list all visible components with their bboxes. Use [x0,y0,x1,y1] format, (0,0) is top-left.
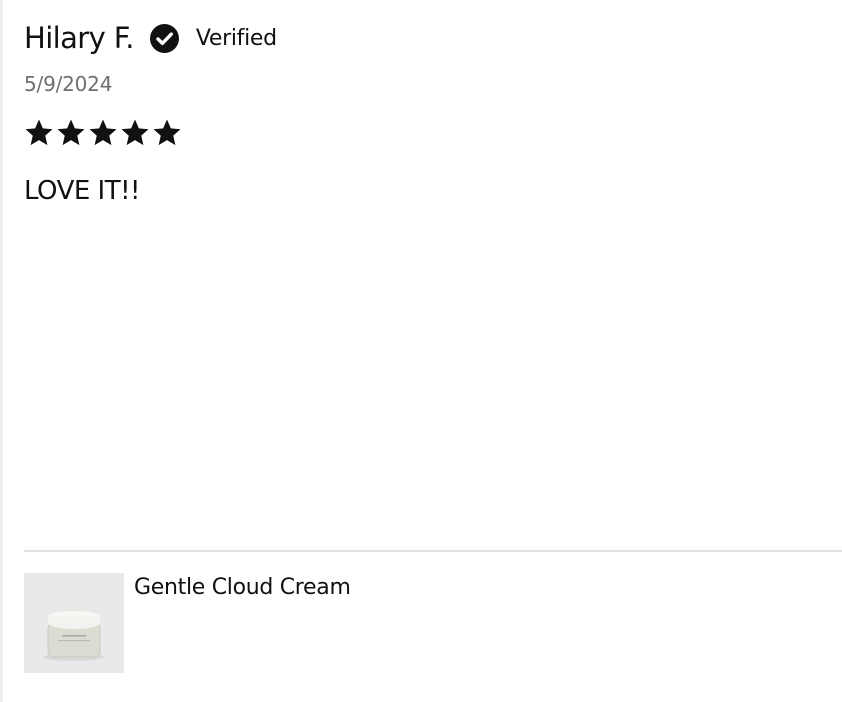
panel-left-border [0,0,3,702]
star-icon [89,119,117,146]
cream-jar-image [24,573,124,673]
product-thumbnail[interactable] [24,573,124,673]
reviewer-name: Hilary F. [24,21,134,55]
product-name[interactable]: Gentle Cloud Cream [134,575,351,600]
review-body: LOVE IT!! [24,176,140,206]
check-circle-icon [149,23,179,53]
star-rating [24,118,182,148]
star-icon [25,119,53,146]
review-card: Hilary F. Verified 5/9/2024 LOVE IT!! Ge… [24,0,842,702]
verified-badge-label: Verified [195,25,277,51]
divider [24,550,842,552]
star-icon [121,119,149,146]
star-icon [57,119,85,146]
reviewer-row: Hilary F. Verified [24,18,277,58]
review-date: 5/9/2024 [24,72,113,96]
star-icon [153,119,181,146]
